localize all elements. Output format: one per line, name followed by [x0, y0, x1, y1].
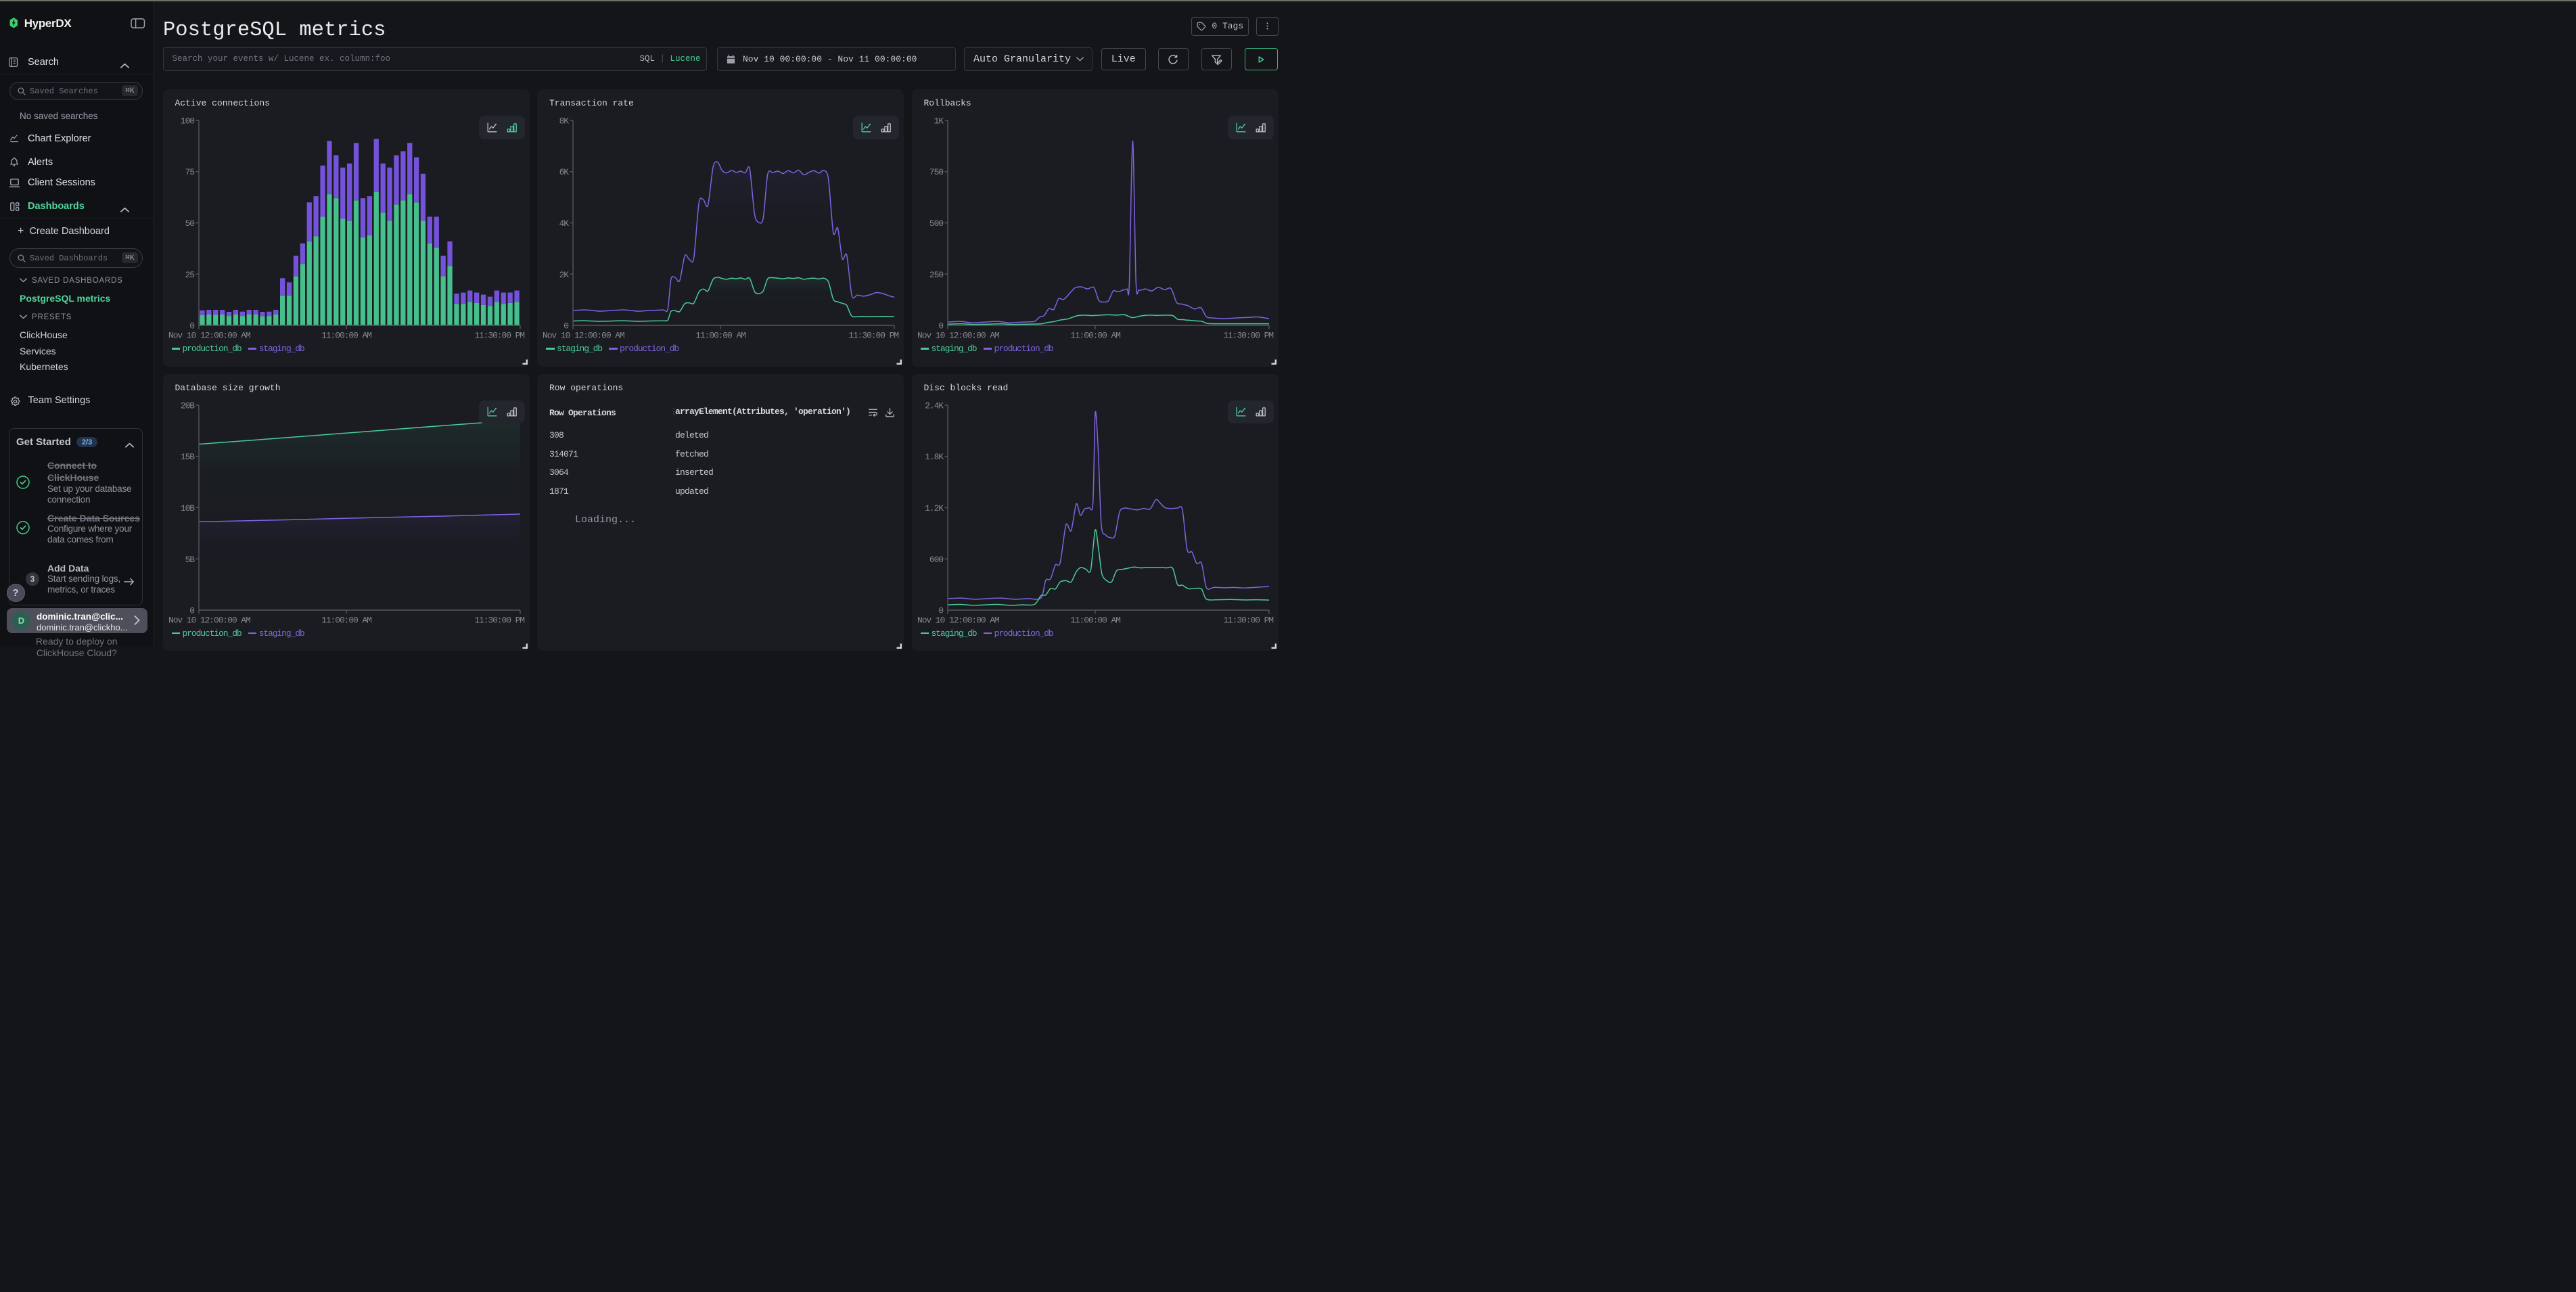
svg-text:0: 0: [564, 321, 568, 331]
svg-text:25: 25: [185, 270, 194, 280]
svg-text:5B: 5B: [185, 554, 195, 564]
svg-text:11:00:00 AM: 11:00:00 AM: [1070, 331, 1120, 341]
svg-text:0: 0: [938, 605, 943, 616]
svg-text:4K: 4K: [559, 218, 570, 229]
svg-text:0: 0: [189, 605, 194, 616]
svg-text:1.2K: 1.2K: [925, 503, 944, 513]
svg-text:11:00:00 AM: 11:00:00 AM: [695, 331, 745, 341]
svg-text:11:00:00 AM: 11:00:00 AM: [321, 615, 371, 625]
svg-text:11:30:00 PM: 11:30:00 PM: [1223, 615, 1273, 625]
svg-text:250: 250: [929, 270, 942, 280]
svg-text:11:00:00 AM: 11:00:00 AM: [321, 331, 371, 341]
svg-text:2K: 2K: [559, 270, 570, 280]
svg-text:1K: 1K: [934, 116, 944, 126]
svg-text:75: 75: [185, 167, 194, 177]
svg-text:Nov 10 12:00:00 AM: Nov 10 12:00:00 AM: [917, 331, 999, 341]
svg-text:11:00:00 AM: 11:00:00 AM: [1070, 615, 1120, 625]
svg-text:0: 0: [938, 321, 943, 331]
svg-text:50: 50: [185, 218, 194, 229]
svg-text:11:30:00 PM: 11:30:00 PM: [474, 331, 524, 341]
svg-text:Nov 10 12:00:00 AM: Nov 10 12:00:00 AM: [168, 331, 250, 341]
svg-text:500: 500: [929, 218, 942, 229]
svg-text:6K: 6K: [559, 167, 570, 177]
svg-text:1.8K: 1.8K: [925, 452, 944, 462]
svg-text:0: 0: [189, 321, 194, 331]
svg-text:Nov 10 12:00:00 AM: Nov 10 12:00:00 AM: [168, 615, 250, 625]
svg-text:11:30:00 PM: 11:30:00 PM: [1223, 331, 1273, 341]
svg-text:750: 750: [929, 167, 942, 177]
svg-text:11:30:00 PM: 11:30:00 PM: [848, 331, 898, 341]
svg-text:15B: 15B: [180, 452, 194, 462]
svg-text:2.4K: 2.4K: [925, 400, 944, 411]
svg-text:10B: 10B: [180, 503, 194, 513]
svg-text:100: 100: [180, 116, 193, 126]
svg-text:8K: 8K: [559, 116, 570, 126]
svg-text:Nov 10 12:00:00 AM: Nov 10 12:00:00 AM: [917, 615, 999, 625]
svg-text:20B: 20B: [180, 400, 194, 411]
svg-text:Nov 10 12:00:00 AM: Nov 10 12:00:00 AM: [543, 331, 624, 341]
svg-text:11:30:00 PM: 11:30:00 PM: [474, 615, 524, 625]
svg-text:600: 600: [929, 554, 942, 564]
